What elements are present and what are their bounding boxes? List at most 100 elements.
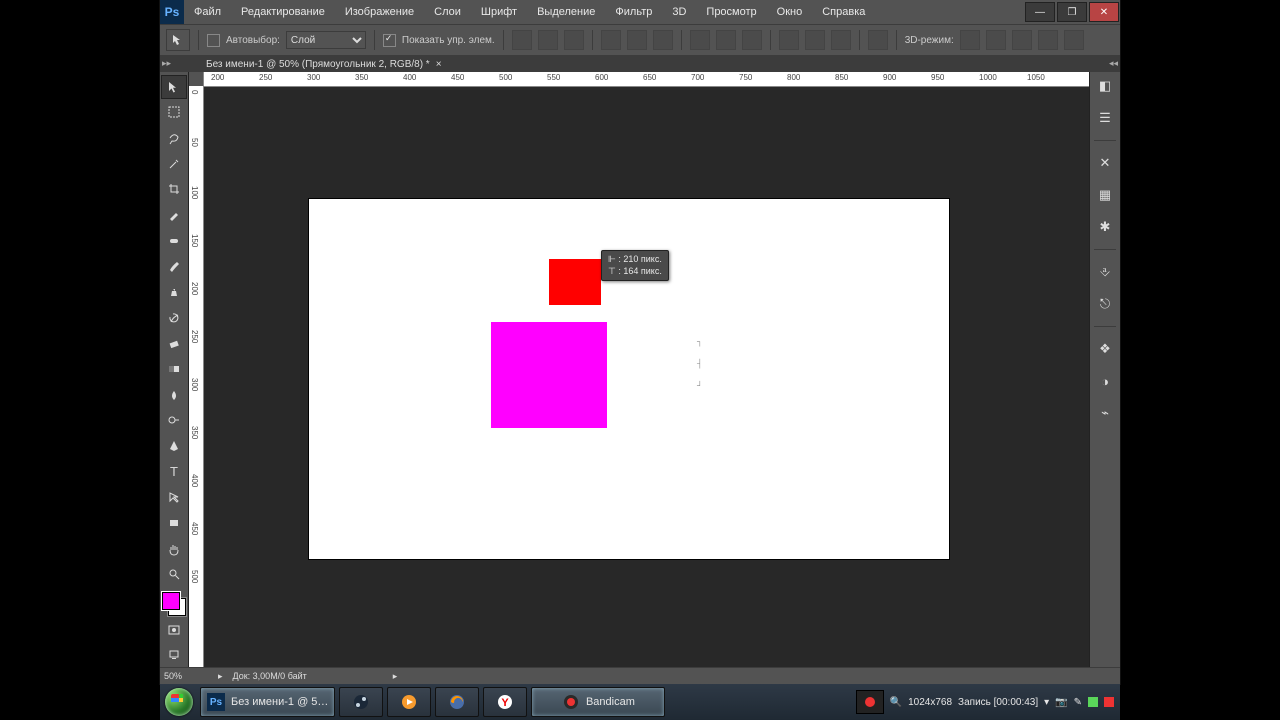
eraser-tool[interactable] bbox=[161, 332, 187, 356]
taskbar-yandex[interactable]: Y bbox=[483, 687, 527, 717]
taskbar-steam[interactable] bbox=[339, 687, 383, 717]
path-selection-tool[interactable] bbox=[161, 486, 187, 510]
red-rectangle-shape[interactable] bbox=[549, 259, 601, 305]
menu-file[interactable]: Файл bbox=[184, 0, 231, 24]
menu-window[interactable]: Окно bbox=[767, 0, 813, 24]
tray-record-indicator[interactable] bbox=[856, 690, 884, 714]
type-tool[interactable]: T bbox=[161, 460, 187, 484]
auto-align-icon[interactable] bbox=[868, 30, 888, 50]
3d-pan-icon[interactable] bbox=[1012, 30, 1032, 50]
align-top-icon[interactable] bbox=[512, 30, 532, 50]
collapse-left-icon[interactable]: ▸▸ bbox=[162, 58, 171, 69]
character-panel-icon[interactable]: ⎀ bbox=[1094, 262, 1116, 282]
gradient-tool[interactable] bbox=[161, 357, 187, 381]
rectangle-tool[interactable] bbox=[161, 511, 187, 535]
layers-panel-icon[interactable]: ❖ bbox=[1094, 339, 1116, 359]
minimize-button[interactable]: — bbox=[1025, 2, 1055, 22]
history-brush-tool[interactable] bbox=[161, 306, 187, 330]
dodge-tool[interactable] bbox=[161, 409, 187, 433]
menu-help[interactable]: Справка bbox=[812, 0, 875, 24]
distribute-left-icon[interactable] bbox=[779, 30, 799, 50]
tray-red-square[interactable] bbox=[1104, 697, 1114, 707]
menu-view[interactable]: Просмотр bbox=[696, 0, 766, 24]
ruler-corner bbox=[189, 72, 203, 86]
auto-select-checkbox[interactable] bbox=[207, 34, 220, 47]
taskbar-bandicam[interactable]: Bandicam bbox=[531, 687, 665, 717]
blur-tool[interactable] bbox=[161, 383, 187, 407]
taskbar-media-player[interactable] bbox=[387, 687, 431, 717]
quick-mask-toggle[interactable] bbox=[161, 618, 187, 642]
start-button[interactable] bbox=[160, 684, 198, 720]
tray-dropdown-icon[interactable]: ▾ bbox=[1044, 697, 1049, 708]
menu-type[interactable]: Шрифт bbox=[471, 0, 527, 24]
adjustments-panel-icon[interactable]: ✕ bbox=[1094, 153, 1116, 173]
menu-image[interactable]: Изображение bbox=[335, 0, 424, 24]
menu-filter[interactable]: Фильтр bbox=[605, 0, 662, 24]
ruler-horizontal[interactable]: 2002503003504004505005506006507007508008… bbox=[203, 72, 1089, 87]
marquee-tool[interactable] bbox=[161, 101, 187, 125]
3d-slide-icon[interactable] bbox=[1038, 30, 1058, 50]
menu-layers[interactable]: Слои bbox=[424, 0, 471, 24]
screen-mode-toggle[interactable] bbox=[161, 643, 187, 667]
eyedropper-tool[interactable] bbox=[161, 203, 187, 227]
clone-stamp-tool[interactable] bbox=[161, 280, 187, 304]
hand-tool[interactable] bbox=[161, 537, 187, 561]
tray-camera-icon[interactable]: 📷 bbox=[1055, 697, 1067, 708]
ruler-vertical[interactable]: 050100150200250300350400450500 bbox=[189, 72, 204, 668]
distribute-right-icon[interactable] bbox=[831, 30, 851, 50]
auto-select-dropdown[interactable]: Слой bbox=[286, 31, 366, 49]
close-button[interactable]: ✕ bbox=[1089, 2, 1119, 22]
show-transform-label: Показать упр. элем. bbox=[402, 35, 495, 46]
distribute-top-icon[interactable] bbox=[690, 30, 710, 50]
align-hcenter-icon[interactable] bbox=[627, 30, 647, 50]
distribute-bottom-icon[interactable] bbox=[742, 30, 762, 50]
distribute-hcenter-icon[interactable] bbox=[805, 30, 825, 50]
zoom-tool[interactable] bbox=[161, 562, 187, 586]
align-vcenter-icon[interactable] bbox=[538, 30, 558, 50]
foreground-color-swatch[interactable] bbox=[162, 592, 180, 610]
status-flyout-icon[interactable]: ▸ bbox=[393, 671, 398, 682]
maximize-button[interactable]: ❐ bbox=[1057, 2, 1087, 22]
channels-panel-icon[interactable]: ◑ bbox=[1094, 371, 1116, 391]
paths-panel-icon[interactable]: ⌁ bbox=[1094, 403, 1116, 423]
crop-tool[interactable] bbox=[161, 178, 187, 202]
styles-panel-icon[interactable]: ✱ bbox=[1094, 217, 1116, 237]
healing-brush-tool[interactable] bbox=[161, 229, 187, 253]
properties-panel-icon[interactable]: ☰ bbox=[1094, 108, 1116, 128]
tray-pencil-icon[interactable]: ✎ bbox=[1074, 697, 1082, 708]
tray-record-time: Запись [00:00:43] bbox=[958, 697, 1038, 708]
3d-rotate-icon[interactable] bbox=[960, 30, 980, 50]
menu-select[interactable]: Выделение bbox=[527, 0, 605, 24]
align-bottom-icon[interactable] bbox=[564, 30, 584, 50]
canvas[interactable]: ⊩ : 210 пикс. ⊤ : 164 пикс. ┐┤┘ bbox=[309, 199, 949, 559]
photoshop-logo-icon[interactable]: Ps bbox=[160, 0, 184, 24]
magenta-rectangle-shape[interactable] bbox=[491, 322, 607, 428]
align-right-icon[interactable] bbox=[653, 30, 673, 50]
align-left-icon[interactable] bbox=[601, 30, 621, 50]
swatches-panel-icon[interactable]: ▦ bbox=[1094, 185, 1116, 205]
taskbar-firefox[interactable] bbox=[435, 687, 479, 717]
history-panel-icon[interactable]: ◧ bbox=[1094, 76, 1116, 96]
zoom-level-field[interactable]: 50% bbox=[164, 671, 208, 681]
show-transform-checkbox[interactable] bbox=[383, 34, 396, 47]
selection-handle-marks: ┐┤┘ bbox=[697, 331, 703, 397]
color-swatches[interactable] bbox=[161, 591, 187, 617]
3d-roll-icon[interactable] bbox=[986, 30, 1006, 50]
magic-wand-tool[interactable] bbox=[161, 152, 187, 176]
magnifier-icon[interactable]: 🔍 bbox=[890, 697, 902, 708]
menu-3d[interactable]: 3D bbox=[662, 0, 696, 24]
menu-edit[interactable]: Редактирование bbox=[231, 0, 335, 24]
distribute-vcenter-icon[interactable] bbox=[716, 30, 736, 50]
pen-tool[interactable] bbox=[161, 434, 187, 458]
tray-green-square[interactable] bbox=[1088, 697, 1098, 707]
taskbar-photoshop[interactable]: Ps Без имени-1 @ 5… bbox=[200, 687, 335, 717]
lasso-tool[interactable] bbox=[161, 126, 187, 150]
brush-tool[interactable] bbox=[161, 255, 187, 279]
move-tool-indicator-icon[interactable] bbox=[166, 29, 190, 51]
status-run-icon[interactable]: ▸ bbox=[218, 671, 223, 682]
document-area[interactable]: 2002503003504004505005506006507007508008… bbox=[189, 72, 1089, 668]
collapse-right-icon[interactable]: ◂◂ bbox=[1109, 58, 1118, 69]
3d-scale-icon[interactable] bbox=[1064, 30, 1084, 50]
move-tool[interactable] bbox=[161, 75, 187, 99]
brush-panel-icon[interactable]: ⎋ bbox=[1094, 294, 1116, 314]
